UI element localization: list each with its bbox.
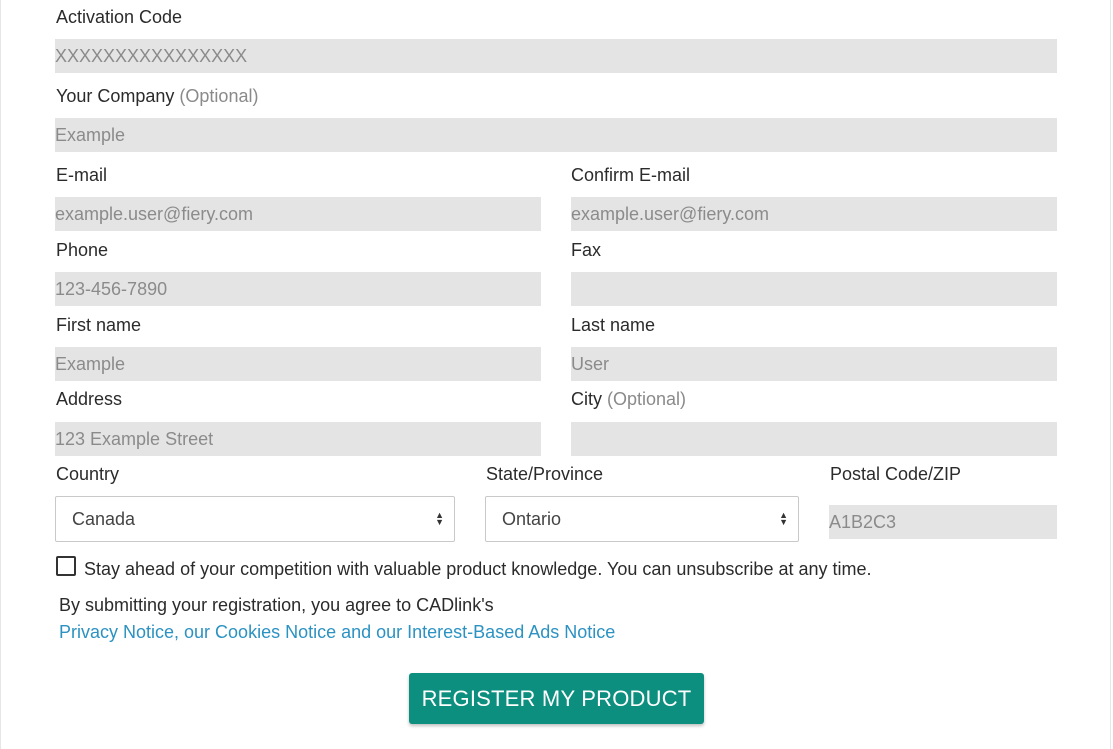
address-label: Address (56, 389, 123, 409)
updown-chevron-icon: ▲ ▼ (435, 510, 444, 528)
country-selected-value: Canada (72, 509, 136, 529)
confirm-email-input[interactable]: example.user@fiery.com (571, 197, 1057, 231)
city-optional-hint: (Optional) (607, 389, 687, 409)
phone-label: Phone (56, 240, 109, 260)
first-name-label: First name (56, 315, 142, 335)
first-name-input[interactable]: Example (55, 347, 541, 381)
state-selected-value: Ontario (502, 509, 562, 529)
postal-label: Postal Code/ZIP (830, 464, 962, 484)
activation-code-input[interactable]: XXXXXXXXXXXXXXXX (55, 39, 1057, 73)
postal-input[interactable]: A1B2C3 (829, 505, 1057, 539)
activation-code-label: Activation Code (56, 7, 183, 27)
company-label: Your Company (Optional) (56, 86, 259, 106)
company-optional-hint: (Optional) (179, 86, 259, 106)
last-name-label: Last name (571, 315, 656, 335)
fax-label: Fax (571, 240, 602, 260)
last-name-input[interactable]: User (571, 347, 1057, 381)
company-input[interactable]: Example (55, 118, 1057, 152)
newsletter-checkbox[interactable] (56, 556, 76, 576)
country-select[interactable]: Canada ▲ ▼ (55, 496, 455, 542)
state-label: State/Province (486, 464, 604, 484)
register-product-button[interactable]: REGISTER MY PRODUCT (409, 673, 704, 724)
city-label: City (Optional) (571, 389, 687, 409)
confirm-email-label: Confirm E-mail (571, 165, 691, 185)
newsletter-label: Stay ahead of your competition with valu… (84, 559, 872, 579)
updown-chevron-icon: ▲ ▼ (779, 510, 788, 528)
state-select[interactable]: Ontario ▲ ▼ (485, 496, 799, 542)
city-input[interactable] (571, 422, 1057, 456)
phone-input[interactable]: 123-456-7890 (55, 272, 541, 306)
fax-input[interactable] (571, 272, 1057, 306)
email-input[interactable]: example.user@fiery.com (55, 197, 541, 231)
country-label: Country (56, 464, 120, 484)
address-input[interactable]: 123 Example Street (55, 422, 541, 456)
privacy-notice-link[interactable]: Privacy Notice, our Cookies Notice and o… (59, 621, 615, 643)
email-label: E-mail (56, 165, 108, 185)
agreement-text: By submitting your registration, you agr… (59, 595, 494, 615)
